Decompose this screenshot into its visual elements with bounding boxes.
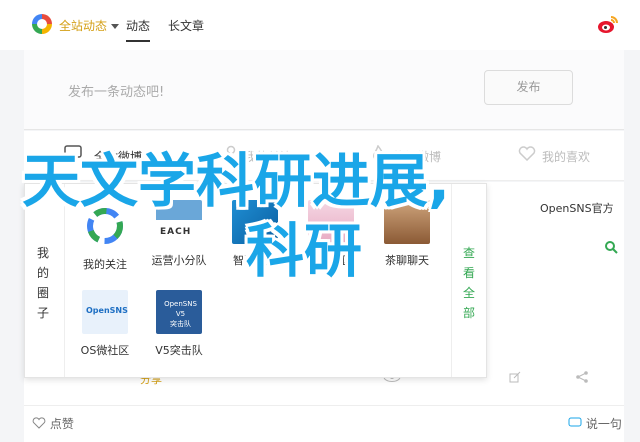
app-label: OS微社区 [80,344,130,357]
weibo-icon[interactable] [597,14,619,34]
site-logo[interactable] [32,14,52,34]
share-icon[interactable] [576,371,588,386]
my-circle-label: 我的圈子 [36,246,49,320]
composer-input[interactable]: 发布一条动态吧! [68,81,164,100]
comment-label: 说一句 [585,417,622,431]
thumb-line-1: OpenSNS V5 [164,300,197,318]
app-label: V5突击队 [155,344,203,357]
tab-my-like[interactable]: 我的喜欢 [542,148,590,165]
like-button[interactable]: 点赞 [32,415,74,432]
app-label: 茶聊聊天 [385,254,429,267]
app-os-community[interactable]: OpenSNS OS微社区 [70,290,140,358]
share-square-icon[interactable] [509,371,521,386]
overlay-title: 天文学科研进展, [22,147,451,215]
like-label: 点赞 [49,417,74,431]
app-v5-team[interactable]: OpenSNS V5 突击队 V5突击队 [144,290,214,358]
scope-label: 全站动态 [59,19,108,33]
app-thumb-text: OpenSNS [86,306,128,315]
comment-icon [568,417,582,427]
app-thumb-v5-team: OpenSNS V5 突击队 [156,290,202,334]
comment-button[interactable]: 说一句 [568,415,622,432]
bottom-bar [24,405,624,442]
scope-selector[interactable]: 全站动态 [59,17,120,34]
official-account-label: OpenSNS官方 [540,202,614,215]
thumb-line-2: 突击队 [170,320,191,328]
heart-outline-icon [32,417,46,429]
post-button[interactable]: 发布 [484,70,573,105]
search-icon[interactable] [604,240,618,254]
app-thumb-os-community: OpenSNS [82,290,128,334]
tab-long-article[interactable]: 长文章 [168,17,204,34]
app-thumb-text: OpenSNS V5 突击队 [159,299,202,329]
app-label: 我的关注 [83,258,127,271]
view-all-link[interactable]: 查看全部 [462,243,476,323]
tab-dynamic[interactable]: 动态 [126,17,151,42]
heart-icon [518,146,536,161]
caret-down-icon [111,24,120,29]
app-label: 运营小分队 [151,254,207,267]
overlay-subtitle: 科研 [246,217,363,285]
